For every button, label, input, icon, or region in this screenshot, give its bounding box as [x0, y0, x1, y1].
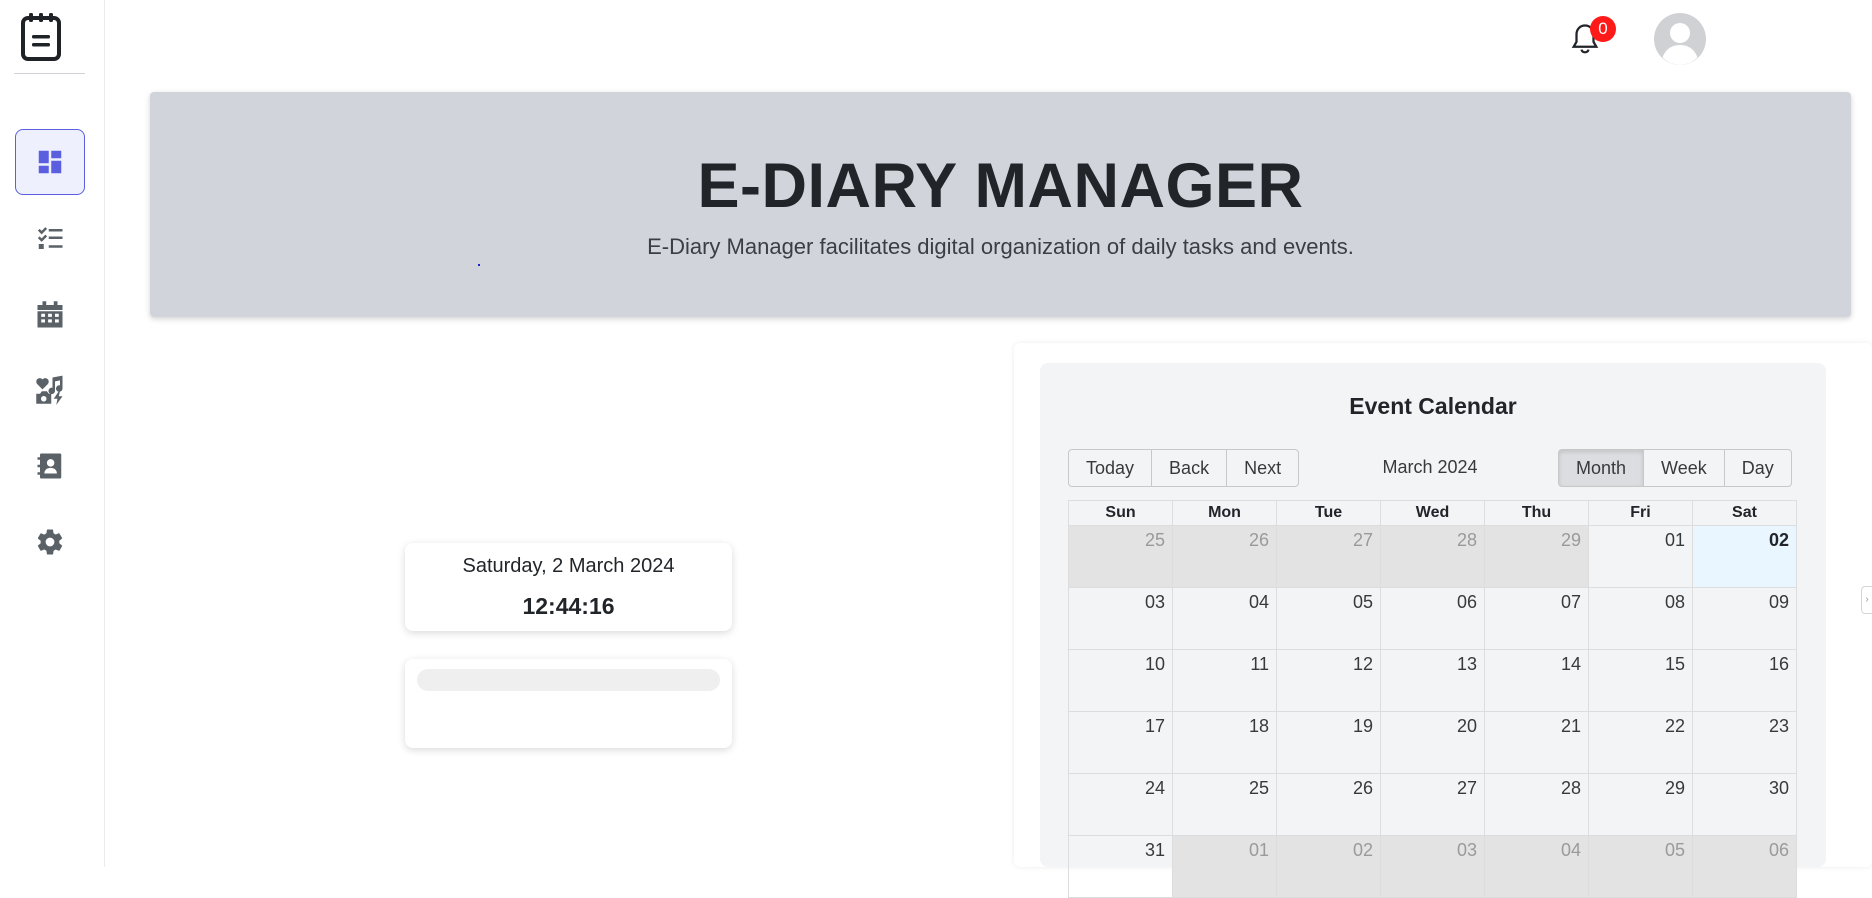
week-view-button[interactable]: Week	[1643, 449, 1725, 487]
day-cell[interactable]: 29	[1588, 774, 1692, 835]
day-cell[interactable]: 19	[1276, 712, 1380, 773]
day-cell[interactable]: 17	[1069, 712, 1172, 773]
calendar-nav-buttons: Today Back Next	[1068, 449, 1300, 487]
current-time: 12:44:16	[522, 593, 615, 619]
loading-card	[405, 659, 732, 748]
day-cell[interactable]: 28	[1484, 774, 1588, 835]
week-row: 24 25 26 27 28 29 30	[1069, 774, 1796, 836]
day-cell[interactable]: 11	[1172, 650, 1276, 711]
sidebar	[0, 0, 105, 867]
sidebar-item-hobbies[interactable]	[15, 357, 85, 423]
calendar-view-buttons: Month Week Day	[1558, 449, 1792, 487]
day-cell[interactable]: 03	[1069, 588, 1172, 649]
day-cell-today[interactable]: 02	[1692, 526, 1796, 587]
day-cell[interactable]: 16	[1692, 650, 1796, 711]
loading-skeleton	[417, 669, 720, 691]
hobbies-icon	[36, 375, 63, 405]
day-cell[interactable]: 15	[1588, 650, 1692, 711]
day-cell[interactable]: 07	[1484, 588, 1588, 649]
page-title: E-DIARY MANAGER	[697, 151, 1304, 221]
day-view-button[interactable]: Day	[1723, 449, 1792, 487]
today-button[interactable]: Today	[1068, 449, 1153, 487]
weekday-header: Sun Mon Tue Wed Thu Fri Sat	[1069, 501, 1796, 526]
sidebar-item-contacts[interactable]	[15, 433, 85, 499]
day-cell[interactable]: 10	[1069, 650, 1172, 711]
weekday-fri: Fri	[1588, 501, 1692, 525]
day-cell[interactable]: 26	[1172, 526, 1276, 587]
weekday-wed: Wed	[1380, 501, 1484, 525]
day-cell[interactable]: 24	[1069, 774, 1172, 835]
day-cell[interactable]: 14	[1484, 650, 1588, 711]
day-cell[interactable]: 26	[1276, 774, 1380, 835]
day-cell[interactable]: 09	[1692, 588, 1796, 649]
weekday-sun: Sun	[1105, 504, 1136, 521]
user-avatar-icon	[1654, 13, 1706, 65]
back-button[interactable]: Back	[1151, 449, 1228, 487]
sidebar-divider	[14, 73, 85, 74]
sidebar-item-calendar[interactable]	[15, 282, 85, 348]
decorative-dot	[478, 264, 480, 266]
week-row: 03 04 05 06 07 08 09	[1069, 588, 1796, 650]
day-cell[interactable]: 22	[1588, 712, 1692, 773]
weekday-mon: Mon	[1172, 501, 1276, 525]
weekday-sat: Sat	[1692, 501, 1796, 525]
day-cell[interactable]: 28	[1380, 526, 1484, 587]
week-row: 25 26 27 28 29 01 02	[1069, 526, 1796, 588]
day-cell[interactable]: 25	[1069, 526, 1172, 587]
notifications-button[interactable]: 0	[1568, 16, 1616, 58]
hero-banner: E-DIARY MANAGER E-Diary Manager facilita…	[150, 92, 1851, 317]
dashboard-icon	[38, 150, 62, 174]
event-calendar: Event Calendar March 2024 Today Back Nex…	[1040, 363, 1826, 898]
week-row: 17 18 19 20 21 22 23	[1069, 712, 1796, 774]
page-subtitle: E-Diary Manager facilitates digital orga…	[647, 234, 1354, 259]
day-cell[interactable]: 27	[1276, 526, 1380, 587]
weekday-tue: Tue	[1276, 501, 1380, 525]
day-cell[interactable]: 29	[1484, 526, 1588, 587]
day-cell[interactable]: 01	[1588, 526, 1692, 587]
task-list-icon	[37, 227, 63, 249]
diary-logo-icon[interactable]	[20, 12, 62, 62]
notification-count-badge: 0	[1590, 16, 1616, 42]
day-cell[interactable]: 30	[1692, 774, 1796, 835]
day-cell[interactable]: 13	[1380, 650, 1484, 711]
current-date: Saturday, 2 March 2024	[462, 555, 675, 577]
day-cell[interactable]: 12	[1276, 650, 1380, 711]
calendar-title: Event Calendar	[1349, 393, 1517, 419]
weekday-thu: Thu	[1484, 501, 1588, 525]
sidebar-item-dashboard[interactable]	[15, 129, 85, 195]
day-cell[interactable]: 05	[1276, 588, 1380, 649]
day-cell[interactable]: 18	[1172, 712, 1276, 773]
day-cell[interactable]: 20	[1380, 712, 1484, 773]
week-row: 10 11 12 13 14 15 16	[1069, 650, 1796, 712]
day-cell[interactable]: 23	[1692, 712, 1796, 773]
next-button[interactable]: Next	[1226, 449, 1300, 487]
calendar-icon	[37, 301, 63, 328]
day-cell[interactable]: 27	[1380, 774, 1484, 835]
day-cell[interactable]: 25	[1172, 774, 1276, 835]
sidebar-item-settings[interactable]	[15, 509, 85, 575]
day-cell[interactable]: 04	[1172, 588, 1276, 649]
day-cell[interactable]: 21	[1484, 712, 1588, 773]
gear-icon	[37, 529, 63, 555]
day-cell[interactable]: 06	[1380, 588, 1484, 649]
contacts-icon	[37, 453, 62, 479]
user-avatar[interactable]	[1653, 12, 1707, 66]
day-cell[interactable]: 08	[1588, 588, 1692, 649]
month-grid: Sun Mon Tue Wed Thu Fri Sat 25 26 27 28 29 01…	[1068, 500, 1797, 898]
side-panel-toggle[interactable]: ›	[1861, 586, 1872, 614]
week-row: 31 01 02 03 04 05 06	[1069, 836, 1796, 898]
clock-card: Saturday, 2 March 2024 12:44:16	[405, 543, 732, 631]
month-view-button[interactable]: Month	[1558, 449, 1645, 487]
sidebar-item-tasks[interactable]	[15, 206, 85, 272]
